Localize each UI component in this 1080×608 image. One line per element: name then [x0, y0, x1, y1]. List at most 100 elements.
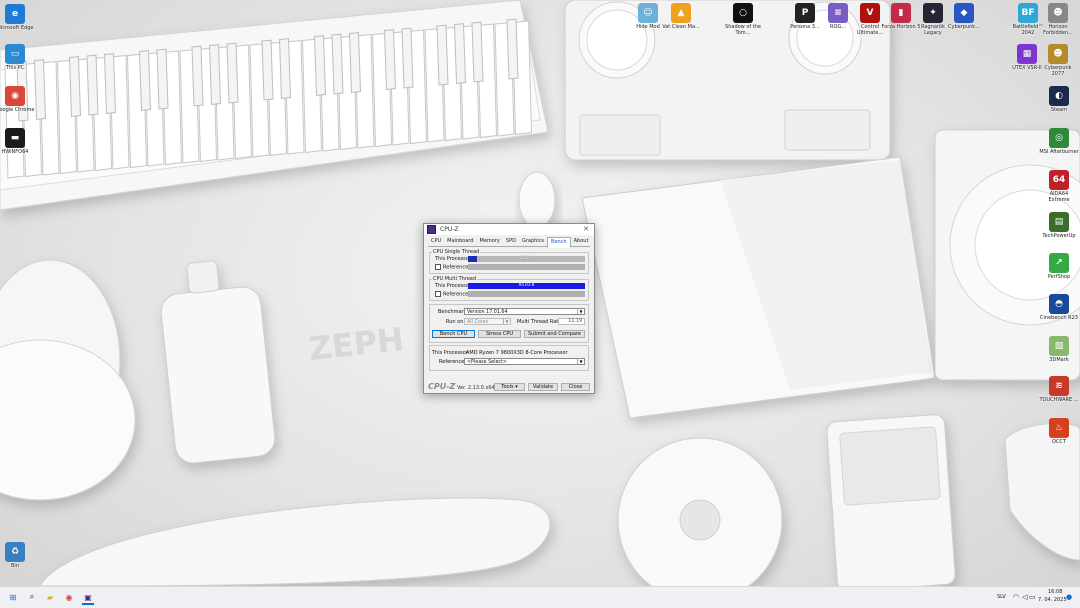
cpuz-taskbar-icon[interactable]: ▣	[82, 591, 94, 605]
cpuz-app-icon	[427, 225, 436, 234]
clock-date[interactable]: 7. 04. 2025	[1038, 597, 1067, 603]
desktop-icon-label: Vat Clean Ma...	[662, 24, 700, 30]
desktop-icon[interactable]: ↗ PerfShop	[1039, 253, 1079, 280]
language-indicator[interactable]: SLV	[997, 594, 1006, 600]
tools-button[interactable]: Tools ▾	[494, 383, 525, 391]
tab-cpu[interactable]: CPU	[428, 237, 444, 246]
desktop-icon[interactable]: ▤ TechPowerUp	[1039, 212, 1079, 239]
multi-ref-label: Reference	[443, 291, 469, 298]
svg-text:ZEPH: ZEPH	[307, 320, 406, 368]
desktop-icon[interactable]: ♨ OCCT	[1039, 418, 1079, 445]
multi-this-bar: 9510.8	[468, 283, 585, 289]
desktop-icon[interactable]: ○ Shadow of the Tom...	[723, 3, 763, 36]
single-ref-checkbox[interactable]	[435, 264, 441, 270]
close-button[interactable]: Close	[561, 383, 590, 391]
desktop-icon-label: Google Chrome	[0, 107, 35, 113]
search-icon[interactable]: ⌕	[26, 591, 38, 603]
desktop-icon[interactable]: ▭ This PC	[0, 44, 35, 71]
validate-button[interactable]: Validate	[528, 383, 558, 391]
desktop-icon-label: MSI Afterburner	[1039, 149, 1079, 155]
tab-about[interactable]: About	[571, 237, 592, 246]
runon-select[interactable]: All Cores ▼	[464, 318, 511, 325]
file-explorer-icon[interactable]: ▰	[44, 591, 56, 603]
tab-mainboard[interactable]: Mainboard	[444, 237, 476, 246]
piano-black-key	[313, 35, 327, 97]
multi-ref-checkbox[interactable]	[435, 291, 441, 297]
desktop-icon-label: Shadow of the Tom...	[725, 24, 761, 36]
wifi-icon[interactable]: ◠	[1013, 593, 1019, 601]
desktop-icon[interactable]: 64 AIDA64 Extreme	[1039, 170, 1079, 203]
runon-label: Run on	[446, 319, 464, 325]
tab-memory[interactable]: Memory	[477, 237, 503, 246]
chevron-down-icon: ▾	[515, 384, 518, 390]
multi-this-label: This Processor	[435, 283, 471, 289]
desktop-icon-label: Cyberpunk...	[948, 24, 980, 30]
desktop-icon[interactable]: ≋ TOUCHWARE ...	[1039, 376, 1079, 403]
cpuz-window[interactable]: CPU-Z ✕ CPU Mainboard Memory SPD Graphic…	[423, 223, 595, 394]
piano-black-key	[191, 45, 204, 107]
stress-cpu-button[interactable]: Stress CPU	[478, 330, 521, 338]
app-icon: V	[860, 3, 880, 23]
desktop-icon-label: TechPowerUp	[1042, 233, 1076, 239]
piano-black-key	[86, 54, 99, 116]
piano-black-key	[138, 50, 152, 112]
piano-black-key	[436, 24, 449, 86]
piano-black-key	[278, 38, 292, 100]
single-this-bar: 850.0	[468, 256, 585, 262]
single-ref-label: Reference	[443, 264, 469, 271]
piano-black-key	[506, 18, 519, 80]
taskbar: ⊞ ⌕ ▰ ◉ ▣ SLV ◠ ◁ ▭ 16:08 7. 04. 2025 ●	[0, 586, 1080, 608]
piano-black-key	[401, 27, 414, 89]
tab-bench[interactable]: Bench	[547, 237, 571, 248]
desktop-icon[interactable]: ◎ MSI Afterburner	[1039, 128, 1079, 155]
piano-black-key	[383, 29, 397, 91]
single-ref-bar	[468, 264, 585, 270]
desktop-icon[interactable]: ▲ Vat Clean Ma...	[661, 3, 701, 30]
app-icon: ☺	[638, 3, 658, 23]
submit-compare-button[interactable]: Submit and Compare	[524, 330, 585, 338]
desktop-icon-label: Bin	[11, 563, 19, 569]
desktop-icon[interactable]: ♻ Bin	[0, 542, 35, 569]
desktop-icon[interactable]: ☻ Horizon Forbidden...	[1038, 3, 1078, 36]
ratio-value: 11.19	[558, 318, 585, 325]
volume-icon[interactable]: ◁	[1022, 593, 1027, 601]
title-bar[interactable]: CPU-Z ✕	[424, 224, 594, 235]
tab-bar: CPU Mainboard Memory SPD Graphics Bench …	[428, 237, 592, 248]
app-icon: ☻	[1048, 3, 1068, 23]
window-footer: CPU-Z Ver. 2.13.0.x64 Tools ▾ Validate C…	[424, 381, 594, 393]
desktop-icon[interactable]: ▧ 3DMark	[1039, 336, 1079, 363]
reference-select[interactable]: <Please Select> ▼	[464, 358, 585, 365]
desktop-icon-label: Steam	[1050, 107, 1068, 113]
desktop-icon[interactable]: ◉Google Chrome	[0, 86, 35, 113]
app-icon: ▤	[1049, 212, 1069, 232]
tab-spd[interactable]: SPD	[503, 237, 519, 246]
benchmark-version-select[interactable]: Version 17.01.64 ▼	[464, 308, 585, 315]
app-icon: ≋	[1049, 376, 1069, 396]
multi-ref-bar	[468, 291, 585, 297]
benchmark-label: Benchmark	[438, 309, 467, 315]
chevron-down-icon: ▼	[503, 319, 510, 324]
bench-cpu-button[interactable]: Bench CPU	[432, 330, 475, 338]
desktop-icon[interactable]: ◆ Cyberpunk...	[944, 3, 984, 30]
piano-black-key	[471, 21, 484, 83]
desktop-icon[interactable]: e Microsoft Edge	[0, 4, 35, 31]
desktop-icon[interactable]: ▬ HWiNFO64	[0, 128, 35, 155]
desktop-icon[interactable]: ◓ Cinebench R23	[1039, 294, 1079, 321]
app-icon: BF	[1018, 3, 1038, 23]
notification-bell-icon[interactable]: ●	[1066, 593, 1072, 601]
chrome-icon[interactable]: ◉	[63, 591, 75, 603]
windows-start-icon[interactable]: ⊞	[7, 591, 19, 603]
desktop-icon-label: HWiNFO64	[1, 149, 29, 155]
multi-ref-row: Reference	[435, 291, 468, 298]
desktop-icon[interactable]: ☻ Cyberpunk 2077	[1038, 44, 1078, 77]
piano-black-key	[156, 48, 169, 110]
desktop-icon-label: 3DMark	[1049, 357, 1069, 363]
battery-icon[interactable]: ▭	[1029, 593, 1036, 601]
clock-time[interactable]: 16:08	[1048, 589, 1062, 595]
desktop-icon[interactable]: ◐ Steam	[1039, 86, 1079, 113]
app-icon: 64	[1049, 170, 1069, 190]
tab-graphics[interactable]: Graphics	[519, 237, 547, 246]
app-icon: ○	[733, 3, 753, 23]
close-icon[interactable]: ✕	[583, 225, 589, 233]
desktop-icon-label: Cyberpunk 2077	[1044, 65, 1072, 77]
